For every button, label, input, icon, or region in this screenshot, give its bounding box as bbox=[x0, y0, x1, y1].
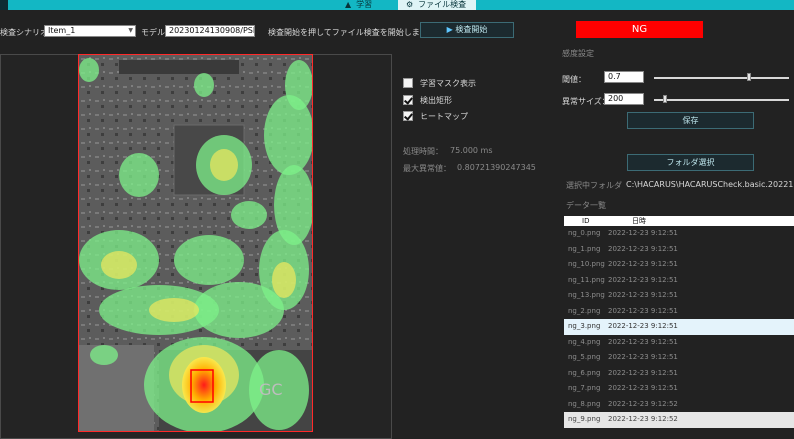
row-datetime: 2022-12-23 9:12:51 bbox=[608, 229, 678, 237]
row-id: ng_6.png bbox=[568, 368, 601, 377]
threshold-input[interactable]: 0.7 bbox=[604, 71, 644, 83]
heatmap-label: ヒートマップ bbox=[420, 112, 468, 121]
start-inspection-button[interactable]: ▶ 検査開始 bbox=[420, 22, 514, 38]
table-row[interactable]: ng_8.png 2022-12-23 9:12:52 bbox=[564, 397, 794, 413]
row-id: ng_5.png bbox=[568, 353, 601, 361]
selected-folder-path: C:\HACARUS\HACARUSCheck.basic.2022122 bbox=[626, 180, 794, 189]
table-row[interactable]: ng_7.png 2022-12-23 9:12:51 bbox=[564, 381, 794, 397]
row-id: ng_8.png bbox=[568, 399, 601, 408]
table-row[interactable]: ng_0.png 2022-12-23 9:12:51 bbox=[564, 226, 794, 242]
data-list-title: データ一覧 bbox=[566, 201, 606, 210]
table-row[interactable]: ng_2.png 2022-12-23 9:12:51 bbox=[564, 304, 794, 320]
scenario-label: 検査シナリオ bbox=[0, 28, 48, 37]
pcb-heatmap-image: GC bbox=[79, 55, 312, 431]
table-body: ng_0.png 2022-12-23 9:12:51 ng_1.png 2022-1… bbox=[564, 226, 794, 428]
data-table: ID 日時 ng_0.png 2022-12-23 9:12:51 ng_1.png… bbox=[564, 216, 794, 428]
board-marking-text: GC bbox=[259, 380, 283, 399]
result-status-badge: NG bbox=[576, 21, 703, 38]
table-row[interactable]: ng_9.png 2022-12-23 9:12:52 bbox=[564, 412, 794, 428]
tab-training[interactable]: ▲ 学習 bbox=[345, 0, 385, 10]
table-row[interactable]: ng_3.png 2022-12-23 9:12:51 bbox=[564, 319, 794, 335]
anomaly-size-input[interactable]: 200 bbox=[604, 93, 644, 105]
row-datetime: 2022-12-23 9:12:51 bbox=[608, 368, 678, 377]
column-header-id: ID bbox=[582, 217, 590, 225]
processing-time-label: 処理時間： bbox=[403, 147, 443, 156]
row-id: ng_7.png bbox=[568, 384, 601, 392]
detection-rect-checkbox[interactable] bbox=[403, 95, 413, 105]
row-datetime: 2022-12-23 9:12:52 bbox=[608, 399, 678, 408]
table-row[interactable]: ng_13.png 2022-12-23 9:12:51 bbox=[564, 288, 794, 304]
detection-rect-label: 検出矩形 bbox=[420, 96, 452, 105]
anomaly-size-slider[interactable] bbox=[654, 99, 789, 101]
anomaly-size-slider-thumb[interactable] bbox=[662, 95, 667, 103]
threshold-slider-thumb[interactable] bbox=[746, 73, 751, 81]
column-header-datetime: 日時 bbox=[632, 217, 646, 225]
learning-mask-checkbox[interactable] bbox=[403, 78, 413, 88]
model-field[interactable]: 20230124130908/PSD bbox=[165, 25, 255, 37]
max-anomaly-label: 最大異常値： bbox=[403, 164, 451, 173]
heatmap-checkbox[interactable] bbox=[403, 111, 413, 121]
play-icon: ▶ bbox=[446, 25, 453, 34]
row-id: ng_1.png bbox=[568, 244, 601, 253]
selected-folder-label: 選択中フォルダ bbox=[566, 181, 622, 190]
row-datetime: 2022-12-23 9:12:51 bbox=[608, 244, 678, 253]
row-datetime: 2022-12-23 9:12:51 bbox=[608, 306, 678, 315]
row-id: ng_3.png bbox=[568, 322, 601, 330]
row-id: ng_10.png bbox=[568, 260, 605, 268]
app-icon bbox=[0, 0, 8, 10]
row-datetime: 2022-12-23 9:12:51 bbox=[608, 291, 678, 299]
table-row[interactable]: ng_5.png 2022-12-23 9:12:51 bbox=[564, 350, 794, 366]
row-id: ng_4.png bbox=[568, 337, 601, 346]
model-label: モデル bbox=[141, 28, 165, 37]
instruction-text: 検査開始を押してファイル検査を開始します bbox=[268, 28, 428, 37]
row-datetime: 2022-12-23 9:12:51 bbox=[608, 322, 678, 330]
gear-icon: ⚙ bbox=[406, 0, 414, 9]
folder-select-button[interactable]: フォルダ選択 bbox=[627, 154, 754, 171]
table-row[interactable]: ng_6.png 2022-12-23 9:12:51 bbox=[564, 366, 794, 382]
warning-triangle-icon: ▲ bbox=[345, 0, 352, 9]
inspection-image[interactable]: GC bbox=[78, 54, 313, 432]
max-anomaly-value: 0.80721390247345 bbox=[457, 163, 536, 172]
table-row[interactable]: ng_11.png 2022-12-23 9:12:51 bbox=[564, 273, 794, 289]
scenario-select[interactable]: Item_1 ▼ bbox=[44, 25, 136, 37]
top-tab-bar: ▲ 学習 ⚙ ファイル検査 bbox=[0, 0, 794, 10]
row-datetime: 2022-12-23 9:12:51 bbox=[608, 353, 678, 361]
tab-file-inspection[interactable]: ⚙ ファイル検査 bbox=[398, 0, 476, 10]
row-datetime: 2022-12-23 9:12:51 bbox=[608, 384, 678, 392]
row-datetime: 2022-12-23 9:12:51 bbox=[608, 260, 678, 268]
row-datetime: 2022-12-23 9:12:51 bbox=[608, 337, 678, 346]
save-button[interactable]: 保存 bbox=[627, 112, 754, 129]
chevron-down-icon: ▼ bbox=[128, 27, 133, 34]
threshold-label: 閾値： bbox=[562, 75, 586, 84]
threshold-slider[interactable] bbox=[654, 77, 789, 79]
anomaly-size-label: 異常サイズ： bbox=[562, 97, 610, 106]
row-datetime: 2022-12-23 9:12:51 bbox=[608, 275, 678, 284]
learning-mask-label: 学習マスク表示 bbox=[420, 79, 476, 88]
sensitivity-title: 感度設定 bbox=[562, 49, 594, 58]
table-row[interactable]: ng_4.png 2022-12-23 9:12:51 bbox=[564, 335, 794, 351]
row-id: ng_13.png bbox=[568, 291, 605, 299]
row-id: ng_0.png bbox=[568, 229, 601, 237]
row-id: ng_2.png bbox=[568, 306, 601, 315]
row-datetime: 2022-12-23 9:12:52 bbox=[608, 415, 678, 423]
table-row[interactable]: ng_10.png 2022-12-23 9:12:51 bbox=[564, 257, 794, 273]
processing-time-value: 75.000 ms bbox=[450, 146, 493, 155]
table-row[interactable]: ng_1.png 2022-12-23 9:12:51 bbox=[564, 242, 794, 258]
table-header: ID 日時 bbox=[564, 216, 794, 226]
row-id: ng_9.png bbox=[568, 415, 601, 423]
row-id: ng_11.png bbox=[568, 275, 605, 284]
